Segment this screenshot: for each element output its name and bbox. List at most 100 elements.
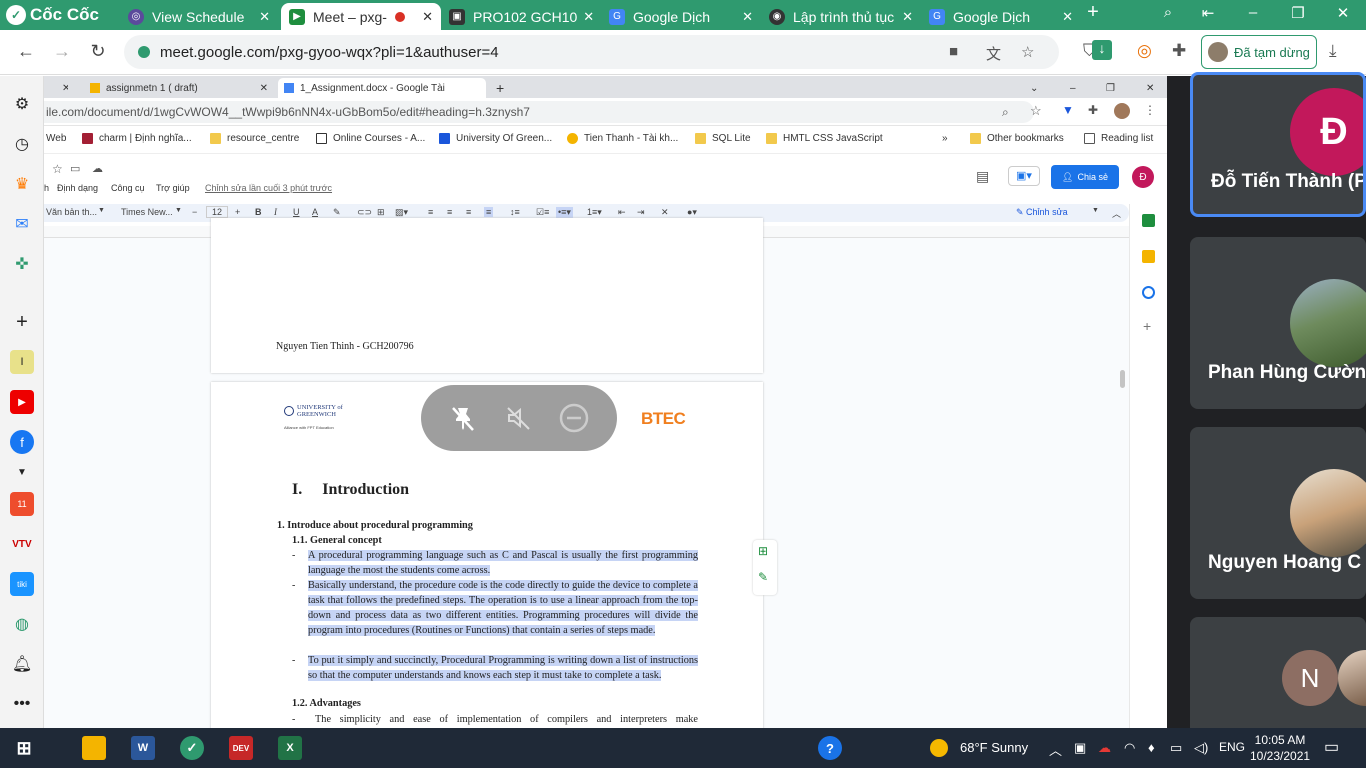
restore-icon[interactable]: ❐ xyxy=(1100,78,1121,98)
inner-tab-assignment-draft[interactable]: assignmetn 1 ( draft) ✕ xyxy=(84,78,274,98)
more-icon[interactable]: ••• xyxy=(10,692,34,716)
comment-icon[interactable]: ▤ xyxy=(976,168,989,185)
camera-icon[interactable]: ■ xyxy=(949,43,958,60)
menu-format[interactable]: Định dạng xyxy=(57,183,98,193)
download-icon[interactable]: ⤓ xyxy=(1329,41,1337,61)
close-icon[interactable]: ✕ xyxy=(260,83,268,94)
participant-tile[interactable]: Đ Đỗ Tiến Thành (P xyxy=(1190,72,1366,217)
clear-format-icon[interactable]: ✕ xyxy=(661,207,669,218)
editing-mode-select[interactable]: ✎ Chỉnh sửa xyxy=(1016,207,1068,218)
battery-icon[interactable]: ▭ xyxy=(1170,740,1182,756)
add-icon[interactable]: + xyxy=(10,310,34,334)
speaker-icon[interactable]: ◁) xyxy=(1194,740,1208,756)
comment-add-icon[interactable]: ⊞ xyxy=(377,207,385,218)
cloud-error-icon[interactable]: ☁ xyxy=(1098,740,1111,756)
reload-icon[interactable]: ↻ xyxy=(86,41,110,62)
extensions-icon[interactable]: ✚ xyxy=(1172,41,1186,61)
tab-pro102[interactable]: ▣ PRO102 GCH10 ✕ xyxy=(441,3,601,30)
forward-icon[interactable]: → xyxy=(50,41,74,62)
wifi-icon[interactable]: ◠ xyxy=(1124,740,1135,756)
language[interactable]: ENG xyxy=(1219,740,1245,754)
messenger-icon[interactable]: ✉ xyxy=(10,212,34,236)
participant-tile[interactable]: Phan Hùng Cườn xyxy=(1190,237,1366,409)
bookmark[interactable]: University Of Green... xyxy=(439,133,552,144)
chevron-down-icon[interactable]: ⌄ xyxy=(1024,78,1044,98)
bookmark[interactable]: Online Courses - A... xyxy=(316,133,425,144)
tab-google-dich-1[interactable]: G Google Dịch ✕ xyxy=(601,3,761,30)
unpin-icon[interactable] xyxy=(448,403,478,433)
menu-icon[interactable]: ⋮ xyxy=(1144,103,1156,117)
download-extension-icon[interactable]: ↓ xyxy=(1092,40,1112,60)
line-spacing-icon[interactable]: ↕≡ xyxy=(510,207,520,217)
bookmark[interactable]: resource_centre xyxy=(210,133,299,144)
menu-tools[interactable]: Công cụ xyxy=(111,183,145,193)
word-icon[interactable]: W xyxy=(131,736,155,760)
numbered-list-icon[interactable]: 1≡▾ xyxy=(587,207,602,218)
back-history-icon[interactable]: ⇤ xyxy=(1193,4,1223,22)
extensions-icon[interactable]: ✚ xyxy=(1088,103,1098,117)
chevron-down-icon[interactable]: ▼ xyxy=(1092,207,1099,214)
bell-icon[interactable]: 🔔︎ xyxy=(10,652,34,676)
zoom-icon[interactable]: ⌕ xyxy=(1002,105,1009,120)
chevron-up-icon[interactable]: ︿ xyxy=(1049,740,1062,759)
bookmark[interactable]: SQL Lite xyxy=(695,133,751,144)
minimize-icon[interactable]: – xyxy=(1064,78,1082,98)
image-icon[interactable]: ▨▾ xyxy=(395,207,408,218)
tab-view-schedule[interactable]: ◎ View Schedule ✕ xyxy=(120,3,278,30)
help-icon[interactable]: ? xyxy=(818,736,842,760)
file-explorer-icon[interactable] xyxy=(82,736,106,760)
mute-icon[interactable] xyxy=(503,403,533,433)
tab-meet[interactable]: ▶ Meet – pxg- ✕ xyxy=(281,3,441,30)
decrease-size-icon[interactable]: − xyxy=(192,207,197,217)
close-icon[interactable]: ✕ xyxy=(253,9,270,25)
microphone-icon[interactable]: ♦ xyxy=(1148,740,1155,755)
star-icon[interactable]: ☆ xyxy=(1030,103,1042,119)
scrollbar-thumb[interactable] xyxy=(1120,370,1125,388)
bookmark[interactable]: HMTL CSS JavaScript xyxy=(766,133,883,144)
devcpp-icon[interactable]: DEV xyxy=(229,736,253,760)
add-addon-icon[interactable]: + xyxy=(1143,318,1151,334)
align-justify-icon[interactable]: ≡ xyxy=(484,207,494,217)
tasks-icon[interactable] xyxy=(1142,286,1155,299)
present-icon[interactable]: ▣▾ xyxy=(1008,166,1040,186)
bold-icon[interactable]: B xyxy=(255,207,262,217)
close-icon[interactable]: ✕ xyxy=(896,9,913,25)
add-comment-icon[interactable]: ⊞ xyxy=(758,544,768,558)
input-tools-icon[interactable]: ●▾ xyxy=(687,207,697,218)
back-icon[interactable]: ← xyxy=(14,41,38,62)
last-edit-link[interactable]: Chỉnh sửa lần cuối 3 phút trước xyxy=(205,183,332,193)
close-window-icon[interactable]: ✕ xyxy=(1328,4,1358,22)
notifications-icon[interactable]: ▭ xyxy=(1324,737,1339,757)
history-icon[interactable]: ◷ xyxy=(10,132,34,156)
reading-list[interactable]: Reading list xyxy=(1084,133,1153,144)
windows-start-icon[interactable]: ⊞ xyxy=(12,736,36,760)
notes-icon[interactable]: I xyxy=(10,350,34,374)
style-select[interactable]: Văn bản th... xyxy=(46,207,97,217)
close-icon[interactable]: ✕ xyxy=(416,9,433,25)
bookmark[interactable]: Tien Thanh - Tài kh... xyxy=(567,133,678,144)
profile-paused-button[interactable]: Đã tạm dừng xyxy=(1201,35,1317,69)
text-color-icon[interactable]: A xyxy=(312,207,318,217)
tab-lap-trinh[interactable]: ◉ Lập trình thủ tục ✕ xyxy=(761,3,921,30)
close-icon[interactable]: ✕ xyxy=(736,9,753,25)
suggest-edit-icon[interactable]: ✎ xyxy=(758,570,768,584)
collapse-icon[interactable]: ︿ xyxy=(1112,207,1121,220)
font-select[interactable]: Times New... xyxy=(121,207,173,217)
new-tab-icon[interactable]: + xyxy=(1078,1,1108,24)
shopee-icon[interactable]: 11 xyxy=(10,492,34,516)
bullet-list-icon[interactable]: •≡▾ xyxy=(556,207,573,218)
align-left-icon[interactable]: ≡ xyxy=(428,207,433,217)
italic-icon[interactable]: I xyxy=(274,207,277,217)
tab-google-dich-2[interactable]: G Google Dịch ✕ xyxy=(921,3,1081,30)
star-icon[interactable]: ☆ xyxy=(52,162,63,176)
facebook-icon[interactable]: f xyxy=(10,430,34,454)
crown-icon[interactable]: ♛ xyxy=(10,172,34,196)
coccoc-logo[interactable]: ✓ Cốc Cốc xyxy=(6,3,99,27)
increase-size-icon[interactable]: + xyxy=(235,207,240,217)
share-button[interactable]: 👤︎ Chia sẻ xyxy=(1051,165,1119,189)
menu-help[interactable]: Trợ giúp xyxy=(156,183,190,193)
game-icon[interactable]: ✜ xyxy=(10,252,34,276)
more-down-icon[interactable]: ▼ xyxy=(10,460,34,484)
inner-tab-assignment-doc[interactable]: 1_Assignment.docx - Google Tài xyxy=(278,78,486,98)
tiki-icon[interactable]: tiki xyxy=(10,572,34,596)
